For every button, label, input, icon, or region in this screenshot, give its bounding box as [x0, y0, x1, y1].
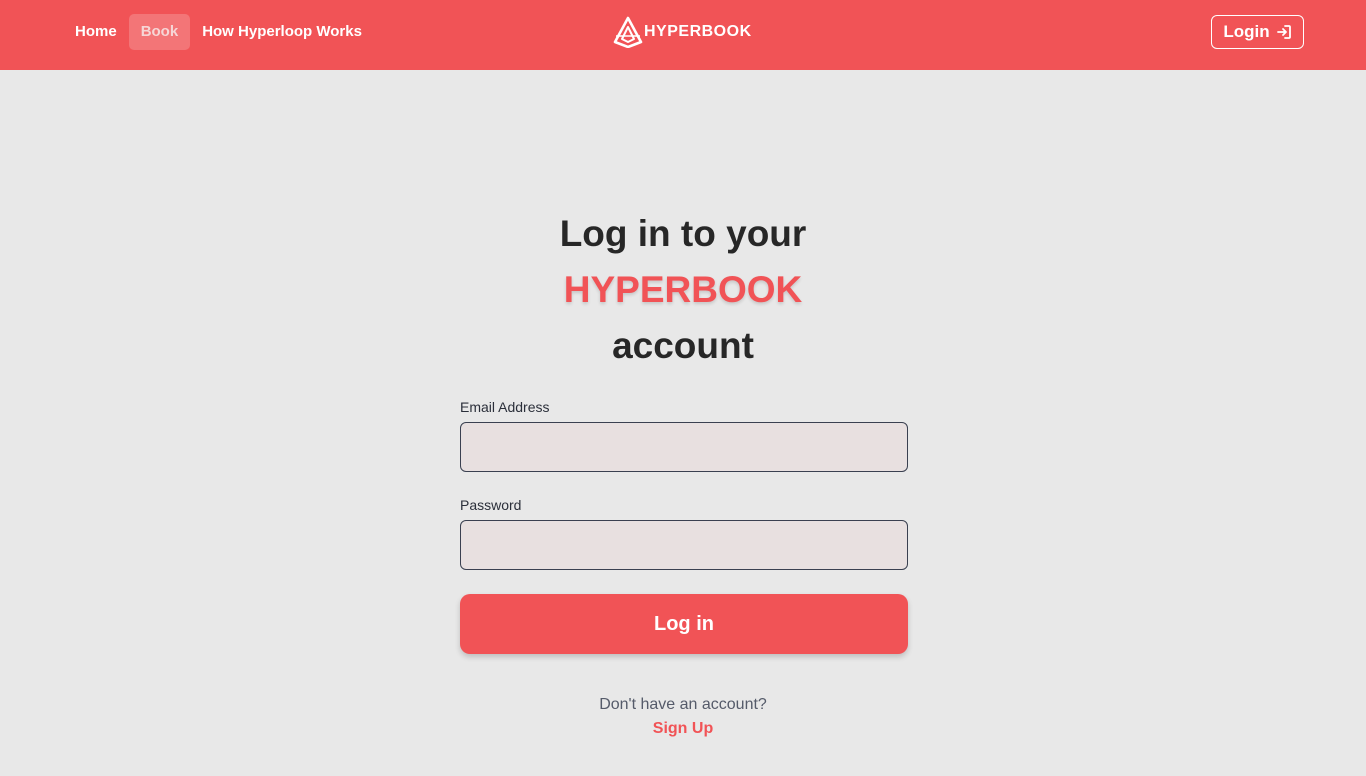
nav-link-home[interactable]: Home	[63, 14, 129, 50]
nav-link-how-hyperloop-works[interactable]: How Hyperloop Works	[190, 14, 374, 50]
nav-links: Home Book How Hyperloop Works	[63, 14, 374, 50]
password-field[interactable]	[460, 520, 908, 570]
page-title: Log in to your HYPERBOOK account	[383, 206, 983, 374]
navbar: Home Book How Hyperloop Works HYPERBOOK …	[0, 0, 1366, 70]
log-in-button[interactable]: Log in	[460, 594, 908, 654]
nav-link-book[interactable]: Book	[128, 14, 191, 50]
login-button[interactable]: Login	[1211, 15, 1304, 49]
login-button-label: Login	[1223, 22, 1270, 41]
title-line-1: Log in to your	[559, 213, 807, 254]
title-brand: HYPERBOOK	[563, 269, 803, 310]
title-line-3: account	[612, 325, 754, 366]
sign-in-icon	[1276, 25, 1291, 39]
email-field[interactable]	[460, 422, 908, 472]
sign-up-link[interactable]: Sign Up	[383, 720, 983, 738]
password-label: Password	[460, 497, 522, 513]
brand-name: HYPERBOOK	[644, 23, 752, 40]
email-label: Email Address	[460, 399, 550, 415]
brand-logo[interactable]: HYPERBOOK	[613, 15, 752, 49]
hyperbook-logo-icon	[613, 16, 643, 48]
signup-prompt: Don't have an account?	[599, 696, 767, 713]
